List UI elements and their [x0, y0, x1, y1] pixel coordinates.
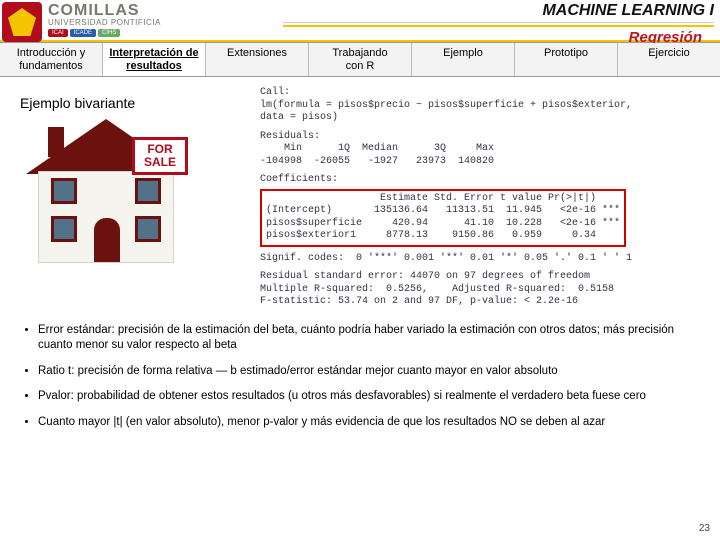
brand-block: COMILLAS UNIVERSIDAD PONTIFICIA ICAI ICA…	[48, 0, 161, 37]
bullet-item: Error estándar: precisión de la estimaci…	[38, 323, 694, 354]
brand-subtitle: UNIVERSIDAD PONTIFICIA	[48, 18, 161, 27]
coef-row: pisos$exterior1 8778.13 9150.86 0.959 0.…	[266, 230, 620, 243]
for-sale-sign: FOR SALE	[132, 137, 188, 175]
code-line: data = pisos)	[260, 112, 712, 125]
tab-extensiones[interactable]: Extensiones	[206, 43, 309, 76]
tab-introduccion[interactable]: Introducción y fundamentos	[0, 43, 103, 76]
code-line: Residual standard error: 44070 on 97 deg…	[260, 271, 712, 284]
house-for-sale-icon: FOR SALE	[26, 119, 186, 269]
nav-tabs: Introducción y fundamentos Interpretació…	[0, 42, 720, 77]
bullet-list: Error estándar: precisión de la estimaci…	[0, 309, 720, 431]
tab-interpretacion[interactable]: Interpretación de resultados	[103, 43, 206, 76]
brand-badges: ICAI ICADE CIHS	[48, 29, 161, 37]
slide-header: COMILLAS UNIVERSIDAD PONTIFICIA ICAI ICA…	[0, 0, 720, 42]
coef-row: (Intercept) 135136.64 11313.51 11.945 <2…	[266, 205, 620, 218]
content-row: Ejemplo bivariante FOR SALE Call: lm(for…	[0, 77, 720, 309]
badge-cihs: CIHS	[98, 29, 120, 37]
coef-header: Estimate Std. Error t value Pr(>|t|)	[266, 193, 620, 206]
tab-ejemplo[interactable]: Ejemplo	[412, 43, 515, 76]
code-line: Residuals:	[260, 131, 712, 144]
title-area: MACHINE LEARNING I Regresión	[161, 0, 720, 46]
code-line: Call:	[260, 87, 712, 100]
code-line: Signif. codes: 0 '***' 0.001 '**' 0.01 '…	[260, 253, 712, 266]
course-title: MACHINE LEARNING I	[161, 2, 714, 20]
example-subtitle: Ejemplo bivariante	[20, 95, 250, 111]
code-line: lm(formula = pisos$precio ~ pisos$superf…	[260, 100, 712, 113]
bullet-item: Ratio t: precisión de forma relativa — b…	[38, 364, 694, 380]
university-logo-icon	[2, 2, 42, 42]
r-output: Call: lm(formula = pisos$precio ~ pisos$…	[260, 87, 712, 309]
page-number: 23	[699, 523, 710, 534]
code-line: -104998 -26055 -1927 23973 140820	[260, 156, 712, 169]
tab-prototipo[interactable]: Prototipo	[515, 43, 618, 76]
coef-row: pisos$superficie 420.94 41.10 10.228 <2e…	[266, 218, 620, 231]
badge-icai: ICAI	[48, 29, 68, 37]
coefficients-highlight-box: Estimate Std. Error t value Pr(>|t|) (In…	[260, 189, 626, 247]
code-line: Min 1Q Median 3Q Max	[260, 143, 712, 156]
code-line: Coefficients:	[260, 174, 712, 187]
code-line: Multiple R-squared: 0.5256, Adjusted R-s…	[260, 284, 712, 297]
bullet-item: Pvalor: probabilidad de obtener estos re…	[38, 389, 694, 405]
left-column: Ejemplo bivariante FOR SALE	[20, 87, 250, 309]
code-line: F-statistic: 53.74 on 2 and 97 DF, p-val…	[260, 296, 712, 309]
badge-icade: ICADE	[70, 29, 96, 37]
tab-trabajando-r[interactable]: Trabajando con R	[309, 43, 412, 76]
bullet-item: Cuanto mayor |t| (en valor absoluto), me…	[38, 415, 694, 431]
tab-ejercicio[interactable]: Ejercicio	[618, 43, 720, 76]
